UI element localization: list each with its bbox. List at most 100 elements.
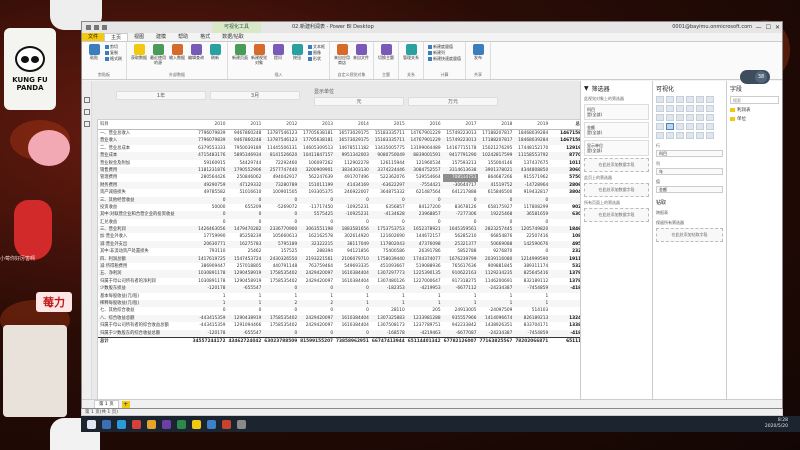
app-icon-purple[interactable] — [162, 419, 171, 429]
matrix-header-cell[interactable]: 2016 — [407, 120, 443, 129]
browser-icon[interactable] — [117, 419, 126, 429]
visual-type-icon[interactable] — [666, 132, 674, 139]
close-icon[interactable]: ✕ — [775, 23, 780, 32]
matrix-row[interactable]: 营业税金及附加 59160915 54429744 72292460 106097262… — [98, 160, 586, 167]
matrix-row[interactable]: 七、其他综合收益 0 0 0 0 0 28110 205 24913005 -24097509 51… — [98, 307, 586, 314]
filter-card[interactable]: 科目 是(全部) — [584, 104, 649, 120]
matrix-header-cell[interactable]: 2014 — [335, 120, 371, 129]
ribbon-button[interactable]: 输入数据 — [169, 44, 185, 61]
data-view-icon[interactable] — [83, 109, 90, 115]
tab-0[interactable]: 文件 — [82, 33, 105, 41]
ribbon-button[interactable]: 粘贴 — [86, 44, 102, 61]
powerbi-icon[interactable] — [192, 419, 201, 429]
model-view-icon[interactable] — [83, 121, 90, 127]
ribbon-button[interactable]: 按钮 — [289, 44, 305, 61]
visual-type-icon[interactable] — [686, 132, 694, 139]
visual-type-icon[interactable] — [706, 114, 714, 121]
visual-type-icon[interactable] — [706, 96, 714, 103]
page-tab-1[interactable]: 第 1 页 — [94, 399, 119, 408]
ribbon-button[interactable]: 提问 — [270, 44, 286, 61]
visual-type-icon[interactable] — [706, 132, 714, 139]
matrix-header-cell[interactable]: 2011 — [227, 120, 263, 129]
matrix-row[interactable]: 销售费用 1181231876 1790552906 2577747440 320090… — [98, 166, 586, 175]
visual-type-icon[interactable] — [676, 132, 684, 139]
matrix-row[interactable]: 减:营业外支出 20630771 16275783 5795189 32322215 38… — [98, 240, 586, 249]
ppt-icon[interactable] — [222, 419, 231, 429]
matrix-row[interactable]: 三、其他经营收益00000000000 — [98, 196, 586, 204]
visual-type-icon[interactable] — [696, 132, 704, 139]
matrix-row[interactable]: 资产减值损失 49785582 51016610 100901505 193305375… — [98, 189, 586, 196]
matrix-header-cell[interactable]: 2012 — [263, 120, 299, 129]
ribbon-small-button[interactable]: 新建列 — [428, 50, 461, 55]
minimize-icon[interactable]: — — [756, 23, 762, 32]
add-page-button[interactable]: + — [121, 400, 130, 408]
word-icon[interactable] — [207, 419, 216, 429]
app-icon-gray[interactable] — [237, 419, 246, 429]
ribbon-small-button[interactable]: 新建度量值 — [428, 44, 461, 49]
tab-2[interactable]: 视图 — [128, 33, 150, 41]
filter-drop-zone[interactable]: 在此处添加数据字段 — [584, 158, 649, 172]
matrix-row[interactable]: 归属于母公司所有者的综合收益总额 -443415359 1291094466 1758… — [98, 322, 586, 329]
field-table-item[interactable]: 单位 — [730, 116, 779, 122]
field-well-value[interactable]: 科目 — [656, 150, 723, 157]
app-icon-red[interactable] — [132, 419, 141, 429]
matrix-row[interactable]: 稀释每股收益(元/股)11221111111 — [98, 299, 586, 308]
drill-drop-zone[interactable]: 在此处添加钻取字段 — [656, 228, 723, 242]
ribbon-small-button[interactable]: 格式刷 — [105, 56, 122, 61]
ribbon-small-button[interactable]: 新建快速度量值 — [428, 56, 461, 61]
visual-type-icon[interactable] — [656, 105, 664, 112]
matrix-row[interactable]: 基本每股收益(元/股)11111111111 — [98, 293, 586, 300]
visual-type-icon[interactable] — [696, 96, 704, 103]
report-view-icon[interactable] — [83, 97, 90, 103]
visual-type-icon[interactable] — [696, 105, 704, 112]
visual-type-icon[interactable] — [676, 96, 684, 103]
ribbon-button[interactable]: 最近使用的源 — [150, 44, 166, 65]
visual-type-icon[interactable] — [666, 96, 674, 103]
matrix-row[interactable]: 一、营业总收入 7796079839 9467860248 13787546123 17… — [98, 130, 586, 137]
visual-type-icon[interactable] — [696, 123, 704, 130]
visual-type-icon[interactable] — [686, 96, 694, 103]
visual-type-icon[interactable] — [686, 123, 694, 130]
explorer-icon[interactable] — [102, 419, 111, 429]
visual-type-icon[interactable] — [656, 123, 664, 130]
matrix-row[interactable]: 投资收益 50000 655209 -5269072 -11717450 -1092523… — [98, 204, 586, 211]
ribbon-button[interactable]: 来自文件 — [353, 44, 369, 61]
ribbon-button[interactable]: 获取数据 — [131, 44, 147, 61]
field-well-value[interactable]: 金额 — [656, 186, 723, 193]
matrix-total-row[interactable]: 总计 34557244172 43462724042 63023788509 81599… — [98, 336, 586, 344]
ribbon-small-button[interactable]: 剪切 — [105, 44, 122, 49]
ribbon-button[interactable]: 切换主题 — [378, 44, 394, 61]
matrix-row[interactable]: 减:所得税费用 386909447 257018805 440791148 763759… — [98, 263, 586, 270]
matrix-row[interactable]: 财务费用 49290759 47129332 73280789 151011199 414… — [98, 181, 586, 190]
matrix-header-cell[interactable]: 科目 — [98, 120, 192, 129]
ribbon-small-button[interactable]: 复制 — [105, 50, 122, 55]
app-icon-orange[interactable] — [147, 419, 156, 429]
tab-6[interactable]: 数据/钻取 — [216, 33, 250, 41]
visual-type-icon[interactable] — [676, 123, 684, 130]
matrix-header-cell[interactable]: 2017 — [443, 120, 479, 129]
profit-matrix-visual[interactable]: 科目 2010 2011 2012 2013 2014 2015 2016 2017 2018 20… — [97, 119, 587, 401]
matrix-row[interactable]: 加:营业外收入 17759990 85258239 105660613 16216257… — [98, 233, 586, 240]
filter-card[interactable]: 显示单位 是(全部) — [584, 140, 649, 156]
visual-type-icon[interactable] — [676, 114, 684, 121]
slicer-month[interactable]: 3月 — [210, 91, 300, 100]
tab-4[interactable]: 帮助 — [172, 33, 194, 41]
visual-type-icon[interactable] — [686, 114, 694, 121]
ribbon-button[interactable]: 编辑查询 — [188, 44, 204, 61]
visual-type-icon[interactable] — [666, 105, 674, 112]
ribbon-small-button[interactable]: 图像 — [308, 50, 325, 55]
visual-type-icon[interactable] — [676, 105, 684, 112]
visual-type-icon[interactable] — [706, 123, 714, 130]
ribbon-button[interactable]: 发布 — [470, 44, 486, 61]
field-table-item[interactable]: 利润表 — [730, 107, 779, 113]
matrix-row[interactable]: 二、营业总成本 6379553333 7950039189 11445506131 14… — [98, 145, 586, 152]
filter-card[interactable]: 金额 是(全部) — [584, 122, 649, 138]
matrix-row[interactable]: 三、营业利润 1426463056 1479470282 2336770900 3063… — [98, 226, 586, 234]
matrix-row[interactable]: 少数股东损益 -120178 -655547 0 0 0 -182353 -4219953 -6… — [98, 285, 586, 293]
visual-type-icon[interactable] — [706, 105, 714, 112]
ribbon-button[interactable]: 新建视觉对象 — [251, 44, 267, 65]
excel-icon[interactable] — [177, 419, 186, 429]
tab-5[interactable]: 格式 — [194, 33, 216, 41]
matrix-header-cell[interactable]: 2010 — [192, 120, 228, 129]
ribbon-button[interactable]: 管理关系 — [403, 44, 419, 61]
